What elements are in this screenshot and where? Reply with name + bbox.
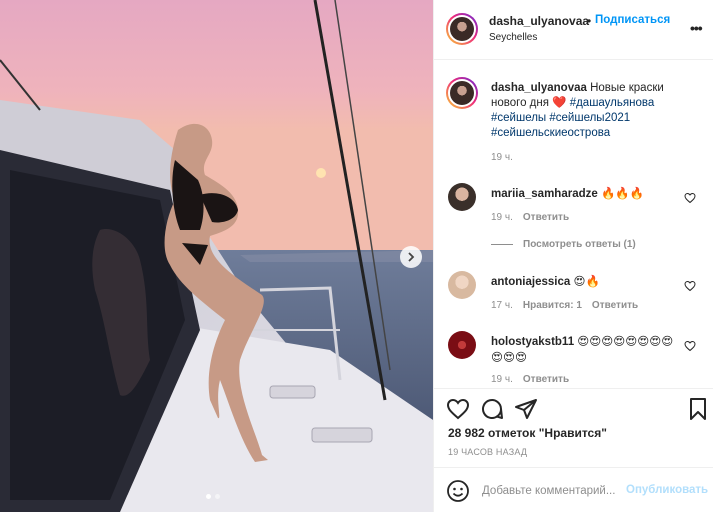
slide-indicator	[206, 494, 220, 499]
post-sidebar: dasha_ulyanovaa • Подписаться Seychelles…	[433, 0, 713, 512]
comment-composer: Опубликовать	[434, 467, 713, 512]
comment-input[interactable]	[482, 481, 626, 501]
comment-line: mariia_samharadze 🔥🔥🔥	[491, 186, 644, 200]
commenter-avatar[interactable]	[448, 183, 476, 211]
separator-dot: •	[587, 14, 592, 28]
comment-meta: 17 ч. Нравится: 1 Ответить	[491, 300, 638, 311]
post-actions: 28 982 отметок "Нравится" 19 ЧАСОВ НАЗАД	[434, 388, 713, 466]
follow-button[interactable]: Подписаться	[595, 14, 670, 26]
slide-dot	[215, 494, 220, 499]
more-options-icon[interactable]: •••	[690, 20, 703, 36]
reply-button[interactable]: Ответить	[523, 212, 569, 223]
slide-dot-active	[206, 494, 211, 499]
comment-likes[interactable]: Нравится: 1	[523, 300, 582, 311]
replies-divider	[491, 244, 513, 245]
commenter-username[interactable]: holostyakstb11	[491, 336, 574, 348]
reply-button[interactable]: Ответить	[523, 374, 569, 385]
comment-meta: 19 ч. Ответить	[491, 374, 569, 385]
hashtag-link[interactable]: #сейшельскиеострова	[491, 127, 610, 139]
emoji-smiley-icon[interactable]	[446, 479, 470, 503]
author-username[interactable]: dasha_ulyanovaa	[489, 14, 589, 28]
comment-line: holostyakstb11 😍😍😍😍😍😍😍😍😍😍😍	[491, 334, 676, 366]
location-link[interactable]: Seychelles	[489, 32, 537, 43]
likes-count[interactable]: 28 982 отметок "Нравится"	[448, 426, 607, 440]
hashtag-link[interactable]: #сейшелы2021	[549, 112, 630, 124]
bookmark-icon[interactable]	[686, 397, 710, 421]
post-header: dasha_ulyanovaa • Подписаться Seychelles…	[434, 0, 713, 60]
chevron-right-icon	[408, 252, 415, 262]
hashtag-link[interactable]: #дашаульянова	[570, 97, 655, 109]
comment-time: 17 ч.	[491, 300, 513, 311]
comment-time: 19 ч.	[491, 374, 513, 385]
comment-meta: 19 ч. Ответить	[491, 212, 569, 223]
comment-text: 😍🔥	[573, 276, 600, 288]
comment-line: antoniajessica 😍🔥	[491, 274, 600, 288]
next-slide-button[interactable]	[400, 246, 422, 268]
post-photo[interactable]	[0, 0, 433, 512]
caption-username[interactable]: dasha_ulyanovaa	[491, 82, 587, 94]
commenter-avatar[interactable]	[448, 331, 476, 359]
view-replies-button[interactable]: Посмотреть ответы (1)	[491, 239, 636, 250]
comments-list[interactable]: dasha_ulyanovaa Новые краски нового дня …	[434, 61, 713, 387]
share-paper-plane-icon[interactable]	[514, 397, 538, 421]
yacht-sunset-image	[0, 0, 433, 512]
commenter-username[interactable]: mariia_samharadze	[491, 188, 598, 200]
author-avatar[interactable]	[446, 13, 478, 45]
caption-text: dasha_ulyanovaa Новые краски нового дня …	[491, 81, 701, 141]
instagram-post-view: dasha_ulyanovaa • Подписаться Seychelles…	[0, 0, 713, 512]
like-comment-heart-icon[interactable]	[684, 340, 696, 352]
comment-text: 🔥🔥🔥	[600, 188, 644, 200]
like-comment-heart-icon[interactable]	[684, 192, 696, 204]
like-heart-icon[interactable]	[446, 397, 470, 421]
view-replies-label: Посмотреть ответы (1)	[523, 239, 636, 250]
caption-avatar[interactable]	[446, 77, 478, 109]
commenter-avatar[interactable]	[448, 271, 476, 299]
publish-button[interactable]: Опубликовать	[626, 484, 708, 496]
post-timestamp: 19 ЧАСОВ НАЗАД	[448, 447, 528, 457]
heart-emoji: ❤️	[552, 97, 567, 109]
comment-time: 19 ч.	[491, 212, 513, 223]
hashtag-link[interactable]: #сейшелы	[491, 112, 546, 124]
like-comment-heart-icon[interactable]	[684, 280, 696, 292]
reply-button[interactable]: Ответить	[592, 300, 638, 311]
caption-time: 19 ч.	[491, 152, 513, 163]
comment-bubble-icon[interactable]	[480, 397, 504, 421]
commenter-username[interactable]: antoniajessica	[491, 276, 570, 288]
